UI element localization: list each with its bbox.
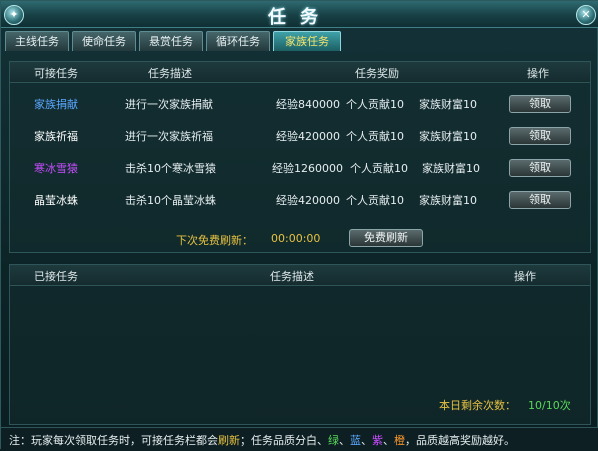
task-row: 家族祈福 进行一次家族祈福 经验420000 个人贡献10 家族财富10 领取	[10, 120, 590, 152]
accepted-tasks-header: 已接任务 任务描述 操作	[10, 265, 590, 286]
task-name: 家族祈福	[34, 130, 78, 143]
tip-quality-green: 绿	[328, 434, 339, 447]
close-icon[interactable]: ✕	[576, 5, 596, 25]
reward-family: 家族财富10	[419, 130, 477, 143]
free-refresh-button[interactable]: 免费刷新	[349, 229, 423, 247]
header-accepted-desc: 任务描述	[270, 270, 314, 283]
task-window: ✦ 任务 ✕ 主线任务 使命任务 悬赏任务 循环任务 家族任务 可接任务 任务描…	[0, 0, 598, 451]
tip-middle: ；任务品质分白、	[240, 434, 328, 447]
claim-button[interactable]: 领取	[509, 159, 571, 177]
task-name: 寒冰雪猿	[34, 162, 78, 175]
tip-bar: 注：玩家每次领取任务时，可接任务栏都会刷新；任务品质分白、绿、蓝、紫、橙，品质越…	[1, 427, 598, 451]
tip-text: 注：玩家每次领取任务时，可接任务栏都会刷新；任务品质分白、绿、蓝、紫、橙，品质越…	[9, 432, 515, 448]
free-refresh-label: 下次免费刷新：	[176, 234, 253, 247]
tab-bounty-quest[interactable]: 悬赏任务	[139, 31, 203, 51]
task-desc: 击杀10个晶莹冰蛛	[125, 194, 216, 207]
task-row: 家族捐献 进行一次家族捐献 经验840000 个人贡献10 家族财富10 领取	[10, 88, 590, 120]
tip-suffix: ，品质越高奖励越好。	[405, 434, 515, 447]
reward-exp: 经验420000	[276, 130, 340, 143]
tip-sep: 、	[339, 434, 350, 447]
tab-mission-quest[interactable]: 使命任务	[72, 31, 136, 51]
reward-personal: 个人贡献10	[346, 98, 404, 111]
tip-quality-orange: 橙	[394, 434, 405, 447]
reward-family: 家族财富10	[422, 162, 480, 175]
task-row: 晶莹冰蛛 击杀10个晶莹冰蛛 经验420000 个人贡献10 家族财富10 领取	[10, 184, 590, 216]
reward-personal: 个人贡献10	[350, 162, 408, 175]
tip-sep: 、	[383, 434, 394, 447]
claim-button[interactable]: 领取	[509, 191, 571, 209]
title-bar: ✦ 任务 ✕	[1, 1, 598, 28]
free-refresh-timer: 00:00:00	[271, 232, 321, 245]
claim-button[interactable]: 领取	[509, 127, 571, 145]
tip-quality-blue: 蓝	[350, 434, 361, 447]
window-title: 任务	[268, 7, 332, 28]
header-available-task: 可接任务	[34, 67, 78, 80]
task-name: 家族捐献	[34, 98, 78, 111]
tab-family-quest[interactable]: 家族任务	[273, 31, 341, 51]
reward-family: 家族财富10	[419, 98, 477, 111]
header-accepted-task: 已接任务	[34, 270, 78, 283]
task-desc: 进行一次家族祈福	[125, 130, 213, 143]
reward-family: 家族财富10	[419, 194, 477, 207]
available-tasks-header: 可接任务 任务描述 任务奖励 操作	[10, 62, 590, 83]
remaining-count-label: 本日剩余次数：	[439, 399, 516, 412]
header-task-desc: 任务描述	[148, 67, 192, 80]
tip-refresh-word: 刷新	[218, 434, 240, 447]
tab-main-quest[interactable]: 主线任务	[5, 31, 69, 51]
available-tasks-panel: 可接任务 任务描述 任务奖励 操作 家族捐献 进行一次家族捐献 经验840000…	[9, 61, 591, 253]
task-desc: 进行一次家族捐献	[125, 98, 213, 111]
tip-prefix: 注：玩家每次领取任务时，可接任务栏都会	[9, 434, 218, 447]
header-task-reward: 任务奖励	[355, 67, 399, 80]
reward-exp: 经验420000	[276, 194, 340, 207]
tip-quality-purple: 紫	[372, 434, 383, 447]
tip-sep: 、	[361, 434, 372, 447]
reward-exp: 经验840000	[276, 98, 340, 111]
remaining-count-value: 10/10次	[528, 399, 571, 412]
task-name: 晶莹冰蛛	[34, 194, 78, 207]
reward-personal: 个人贡献10	[346, 130, 404, 143]
header-accepted-op: 操作	[514, 270, 536, 283]
task-desc: 击杀10个寒冰雪猿	[125, 162, 216, 175]
claim-button[interactable]: 领取	[509, 95, 571, 113]
reward-personal: 个人贡献10	[346, 194, 404, 207]
task-row: 寒冰雪猿 击杀10个寒冰雪猿 经验1260000 个人贡献10 家族财富10 领…	[10, 152, 590, 184]
header-operation: 操作	[527, 67, 549, 80]
reward-exp: 经验1260000	[272, 162, 343, 175]
tab-cycle-quest[interactable]: 循环任务	[206, 31, 270, 51]
